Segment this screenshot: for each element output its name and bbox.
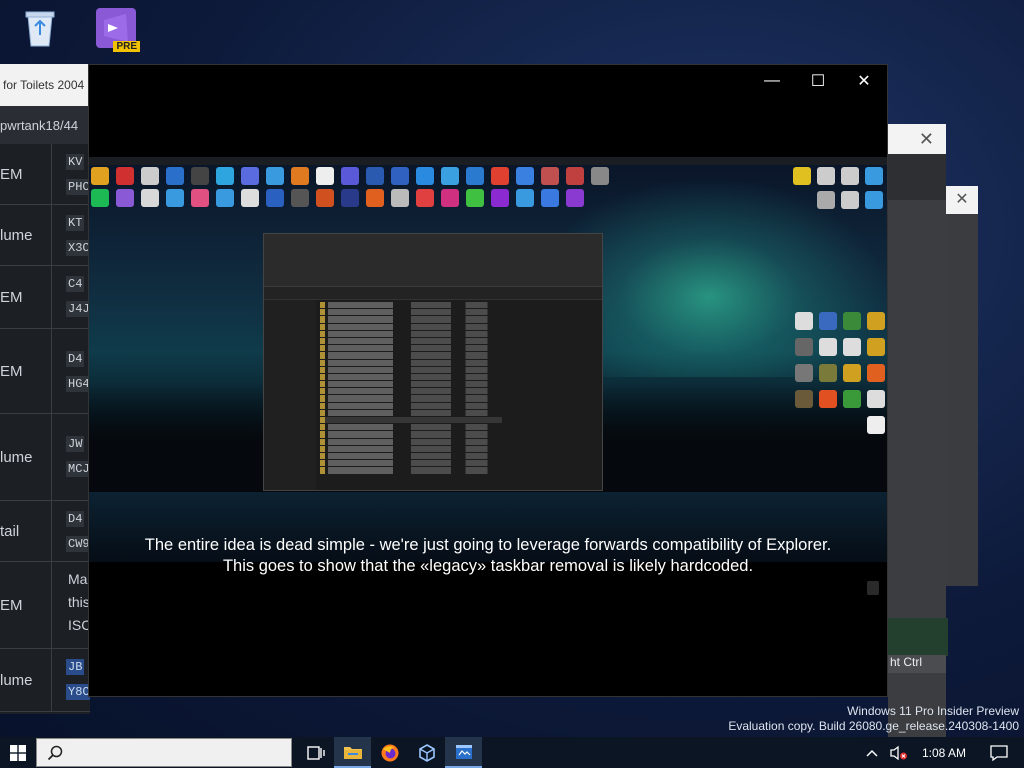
video-file-explorer-window bbox=[263, 233, 603, 491]
windows-logo-icon bbox=[10, 744, 26, 761]
volume-muted-icon bbox=[890, 745, 907, 760]
table-cell: EM bbox=[0, 266, 52, 328]
task-view-icon bbox=[306, 745, 325, 760]
recycle-bin-glyph bbox=[20, 8, 60, 48]
firefox-taskbar-button[interactable] bbox=[371, 737, 408, 768]
preview-badge: PRE bbox=[113, 41, 140, 52]
status-area bbox=[888, 618, 948, 656]
table-row: lume JW MCJ bbox=[0, 414, 90, 501]
app-window-taskbar-button[interactable] bbox=[445, 737, 482, 768]
table-cell: JW MCJ bbox=[66, 436, 90, 477]
system-tray: 1:08 AM bbox=[860, 737, 1024, 768]
video-subtitles: The entire idea is dead simple - we're j… bbox=[89, 535, 887, 577]
close-icon[interactable]: ✕ bbox=[919, 129, 934, 150]
table-cell: Ma this ISC bbox=[68, 571, 90, 633]
taskbar-clock[interactable]: 1:08 AM bbox=[922, 746, 966, 760]
background-window-title: for Toilets 2004 bbox=[0, 64, 90, 106]
virtualbox-taskbar-button[interactable] bbox=[408, 737, 445, 768]
table-row: EM Ma this ISC bbox=[0, 562, 90, 649]
video-player-window[interactable]: — ☐ ✕ The entire idea is dead simple - w… bbox=[88, 64, 888, 697]
chevron-up-icon bbox=[866, 749, 878, 757]
table-cell: EM bbox=[0, 144, 52, 204]
show-hidden-icons-button[interactable] bbox=[866, 749, 878, 757]
maximize-button[interactable]: ☐ bbox=[795, 65, 841, 97]
host-key-label: ht Ctrl bbox=[888, 655, 946, 673]
background-table-window: for Toilets 2004 pwrtank18/44 EM KV PHC l… bbox=[0, 64, 90, 714]
video-desktop-icons bbox=[91, 167, 631, 207]
close-button[interactable]: ✕ bbox=[841, 65, 887, 97]
search-icon bbox=[47, 745, 63, 760]
visual-studio-preview-icon[interactable]: PRE bbox=[88, 8, 144, 52]
video-scroll-indicator bbox=[867, 581, 879, 595]
video-desktop-topbar bbox=[89, 157, 887, 165]
action-center-button[interactable] bbox=[990, 744, 1008, 761]
task-view-button[interactable] bbox=[297, 737, 334, 768]
table-cell: KV PHC bbox=[66, 154, 90, 195]
notification-icon bbox=[990, 744, 1008, 761]
build-watermark: Windows 11 Pro Insider Preview Evaluatio… bbox=[728, 704, 1019, 734]
table-cell: EM bbox=[0, 329, 52, 413]
firefox-icon bbox=[381, 744, 398, 761]
close-icon[interactable]: ✕ bbox=[946, 186, 978, 214]
table-row: EM C4 J4J bbox=[0, 266, 90, 329]
table-row: lume KT X3C bbox=[0, 205, 90, 266]
table-cell: JB Y8C bbox=[66, 659, 90, 700]
volume-button[interactable] bbox=[890, 745, 908, 761]
minimize-button[interactable]: — bbox=[749, 65, 795, 97]
table-cell: tail bbox=[0, 501, 52, 561]
taskbar: 1:08 AM bbox=[0, 737, 1024, 768]
table-cell: lume bbox=[0, 205, 52, 265]
video-frame[interactable] bbox=[89, 157, 887, 562]
subtitle-line-2: This goes to show that the «legacy» task… bbox=[222, 557, 754, 575]
table-cell: lume bbox=[0, 414, 52, 500]
window-controls: — ☐ ✕ bbox=[749, 65, 887, 97]
watermark-build: Evaluation copy. Build 26080.ge_release.… bbox=[728, 719, 1019, 733]
file-explorer-taskbar-button[interactable] bbox=[334, 737, 371, 768]
background-window-url: pwrtank18/44 bbox=[0, 106, 90, 144]
table-cell: EM bbox=[0, 562, 52, 648]
table-cell: lume bbox=[0, 649, 52, 711]
table-cell: D4 HG4 bbox=[66, 351, 90, 392]
taskbar-search-box[interactable] bbox=[36, 738, 292, 767]
table-cell: D4 CW9 bbox=[66, 511, 90, 552]
subtitle-line-1: The entire idea is dead simple - we're j… bbox=[144, 536, 832, 554]
folder-icon bbox=[343, 746, 362, 759]
background-window-right-1: ✕ bbox=[888, 124, 946, 740]
table-cell: C4 J4J bbox=[66, 276, 90, 317]
table-row: tail D4 CW9 bbox=[0, 501, 90, 562]
start-button[interactable] bbox=[0, 737, 36, 768]
table-row: EM D4 HG4 bbox=[0, 329, 90, 414]
video-desktop-icons-right bbox=[793, 167, 883, 209]
video-desktop-icons-right-2 bbox=[789, 312, 885, 434]
watermark-edition: Windows 11 Pro Insider Preview bbox=[847, 704, 1019, 718]
background-window-right-2: ✕ bbox=[946, 186, 978, 586]
table-row: lume JB Y8C bbox=[0, 649, 90, 712]
app-window-icon bbox=[455, 744, 472, 759]
visual-studio-glyph: PRE bbox=[96, 8, 140, 52]
table-row: EM KV PHC bbox=[0, 144, 90, 205]
recycle-bin-icon[interactable] bbox=[12, 8, 68, 48]
table-cell: KT X3C bbox=[66, 215, 90, 256]
virtualbox-icon bbox=[418, 743, 435, 762]
